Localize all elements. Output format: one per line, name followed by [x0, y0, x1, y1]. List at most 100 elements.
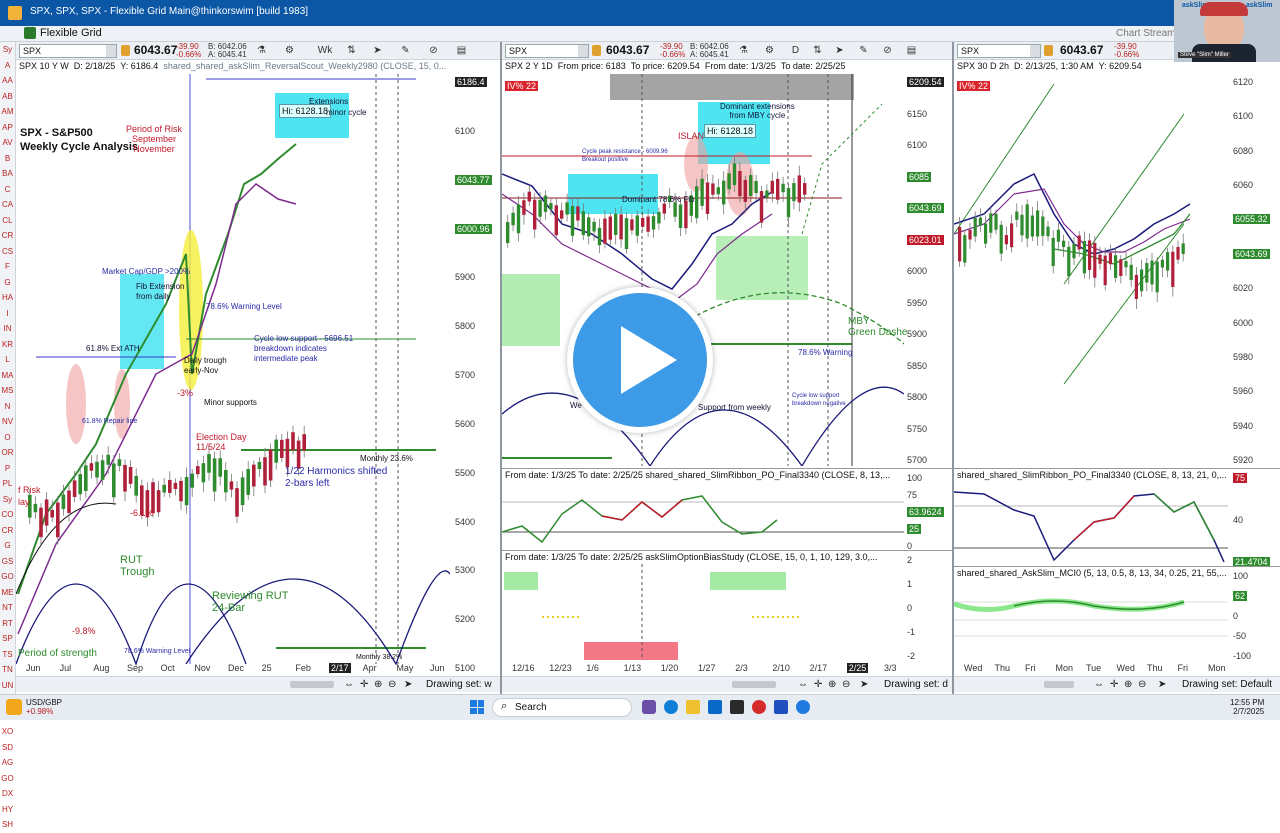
aggregation-button[interactable]: Wk: [316, 45, 334, 56]
watchlist-symbol[interactable]: NT: [0, 600, 15, 616]
taskview-icon[interactable]: [642, 700, 656, 714]
gear-icon[interactable]: ⚙: [764, 45, 775, 56]
zoom-in-icon[interactable]: ⊕: [374, 679, 382, 690]
crosshair-icon[interactable]: ✛: [814, 679, 822, 690]
watchlist-symbol[interactable]: HY: [0, 802, 15, 818]
watchlist-symbol[interactable]: P: [0, 461, 15, 477]
watchlist-symbol[interactable]: CR: [0, 523, 15, 539]
chevron-down-icon[interactable]: [106, 45, 116, 57]
terminal-icon[interactable]: [730, 700, 744, 714]
watchlist-symbol[interactable]: AV: [0, 135, 15, 151]
watchlist-symbol[interactable]: GO: [0, 569, 15, 585]
study2-axis[interactable]: 2 1 0 -1 -2: [904, 551, 952, 661]
watchlist-symbol[interactable]: GS: [0, 554, 15, 570]
zoom-in-icon[interactable]: ⊕: [828, 679, 836, 690]
drawing-set-label[interactable]: Drawing set: d: [884, 679, 948, 690]
watchlist-symbol[interactable]: AG: [0, 755, 15, 771]
watchlist-symbol[interactable]: CR: [0, 228, 15, 244]
watchlist-symbol[interactable]: RT: [0, 616, 15, 632]
cursor-icon[interactable]: ➤: [372, 45, 383, 56]
watchlist-symbol[interactable]: F: [0, 259, 15, 275]
drawing-icon[interactable]: ✎: [400, 45, 411, 56]
p3-mci-chart[interactable]: [954, 580, 1228, 660]
watchlist-symbol[interactable]: DX: [0, 786, 15, 802]
folder-icon[interactable]: [686, 700, 700, 714]
watchlist-symbol[interactable]: XO: [0, 724, 15, 740]
p3-study1-axis[interactable]: 75 40 21.4704: [1230, 469, 1280, 567]
panel1-scrollbar[interactable]: [290, 681, 334, 688]
watchlist-symbol[interactable]: MS: [0, 383, 15, 399]
pointer-icon[interactable]: ➤: [860, 679, 868, 690]
watchlist-symbol[interactable]: Sy: [0, 492, 15, 508]
symbol-selector[interactable]: SPX: [19, 44, 117, 58]
p3-ribbon-chart[interactable]: [954, 482, 1228, 566]
watchlist-symbol[interactable]: GO: [0, 771, 15, 787]
panel3-price-axis[interactable]: 6120 6100 6080 6060 6055.32 6043.69 6020 6000 59…: [1230, 73, 1280, 465]
compare-icon[interactable]: ⇅: [346, 45, 357, 56]
drawing-icon[interactable]: ✎: [858, 45, 869, 56]
flask-icon[interactable]: ⚗: [256, 45, 267, 56]
watchlist-symbol[interactable]: SP: [0, 631, 15, 647]
watchlist-symbol[interactable]: SD: [0, 740, 15, 756]
drawing-set-label[interactable]: Drawing set: w: [426, 679, 492, 690]
chevron-down-icon[interactable]: [578, 45, 588, 57]
panel3-scrollbar[interactable]: [1044, 681, 1074, 688]
watchlist-symbol[interactable]: OR: [0, 445, 15, 461]
watchlist-symbol[interactable]: MA: [0, 368, 15, 384]
panel1-price-axis[interactable]: 6186.4 6100 6043.77 6000.96 5900 5800 5700 5600…: [452, 73, 500, 673]
pointer-icon[interactable]: ➤: [1158, 679, 1166, 690]
watchlist-symbol[interactable]: AB: [0, 89, 15, 105]
aggregation-button[interactable]: D: [790, 45, 801, 56]
gear-icon[interactable]: ⚙: [284, 45, 295, 56]
chevron-down-icon[interactable]: [1030, 45, 1040, 57]
weekly-price-chart[interactable]: [16, 74, 450, 674]
p3-study2-axis[interactable]: 100 62 0 -50 -100: [1230, 567, 1280, 661]
hourly-price-chart[interactable]: [954, 74, 1228, 466]
pointer-icon[interactable]: ➤: [404, 679, 412, 690]
watchlist-symbol[interactable]: PL: [0, 476, 15, 492]
watchlist-symbol[interactable]: ME: [0, 585, 15, 601]
flexible-grid-tab[interactable]: Flexible Grid: [40, 27, 102, 39]
zoom-out-icon[interactable]: ⊖: [1138, 679, 1146, 690]
drawing-set-label[interactable]: Drawing set: Default: [1182, 679, 1272, 690]
watchlist-symbol[interactable]: SH: [0, 817, 15, 833]
edge-icon[interactable]: [664, 700, 678, 714]
watchlist-symbol[interactable]: O: [0, 430, 15, 446]
crosshair-icon[interactable]: ✛: [1110, 679, 1118, 690]
watchlist-symbol[interactable]: CL: [0, 213, 15, 229]
watchlist-symbol[interactable]: A: [0, 58, 15, 74]
zoom-out-icon[interactable]: ⊖: [842, 679, 850, 690]
watchlist-symbol[interactable]: AM: [0, 104, 15, 120]
watchlist-symbol[interactable]: BA: [0, 166, 15, 182]
watchlist-symbol[interactable]: TS: [0, 647, 15, 663]
weather-icon[interactable]: [6, 699, 22, 715]
app-blue-icon[interactable]: [774, 700, 788, 714]
flask-icon[interactable]: ⚗: [738, 45, 749, 56]
symbol-selector[interactable]: SPX: [505, 44, 589, 58]
study1-axis[interactable]: 100 75 63.9624 25 0: [904, 469, 952, 551]
expand-icon[interactable]: ⇔: [1094, 679, 1104, 690]
watchlist-symbol[interactable]: AP: [0, 120, 15, 136]
cursor-icon[interactable]: ➤: [834, 45, 845, 56]
watchlist-symbol[interactable]: I: [0, 306, 15, 322]
watchlist-symbol[interactable]: CO: [0, 507, 15, 523]
crosshair-icon[interactable]: ✛: [360, 679, 368, 690]
expand-icon[interactable]: ⇔: [798, 679, 808, 690]
watchlist-symbol[interactable]: HA: [0, 290, 15, 306]
lock-icon[interactable]: [121, 45, 130, 56]
layout-icon[interactable]: ▤: [906, 45, 917, 56]
video-play-button[interactable]: [567, 287, 713, 433]
symbol-selector[interactable]: SPX: [957, 44, 1041, 58]
lock-icon[interactable]: [1044, 45, 1053, 56]
watchlist-symbol[interactable]: IN: [0, 321, 15, 337]
watchlist-symbol[interactable]: C: [0, 182, 15, 198]
watchlist-symbol[interactable]: TN: [0, 662, 15, 678]
watchlist-symbol[interactable]: CA: [0, 197, 15, 213]
zoom-out-icon[interactable]: ⊖: [388, 679, 396, 690]
watchlist-symbol[interactable]: G: [0, 538, 15, 554]
compare-icon[interactable]: ⇅: [812, 45, 823, 56]
watchlist-symbol[interactable]: KR: [0, 337, 15, 353]
panel2-scrollbar[interactable]: [732, 681, 776, 688]
watchlist-symbol[interactable]: NV: [0, 414, 15, 430]
ribbon-study-chart[interactable]: [502, 482, 904, 550]
